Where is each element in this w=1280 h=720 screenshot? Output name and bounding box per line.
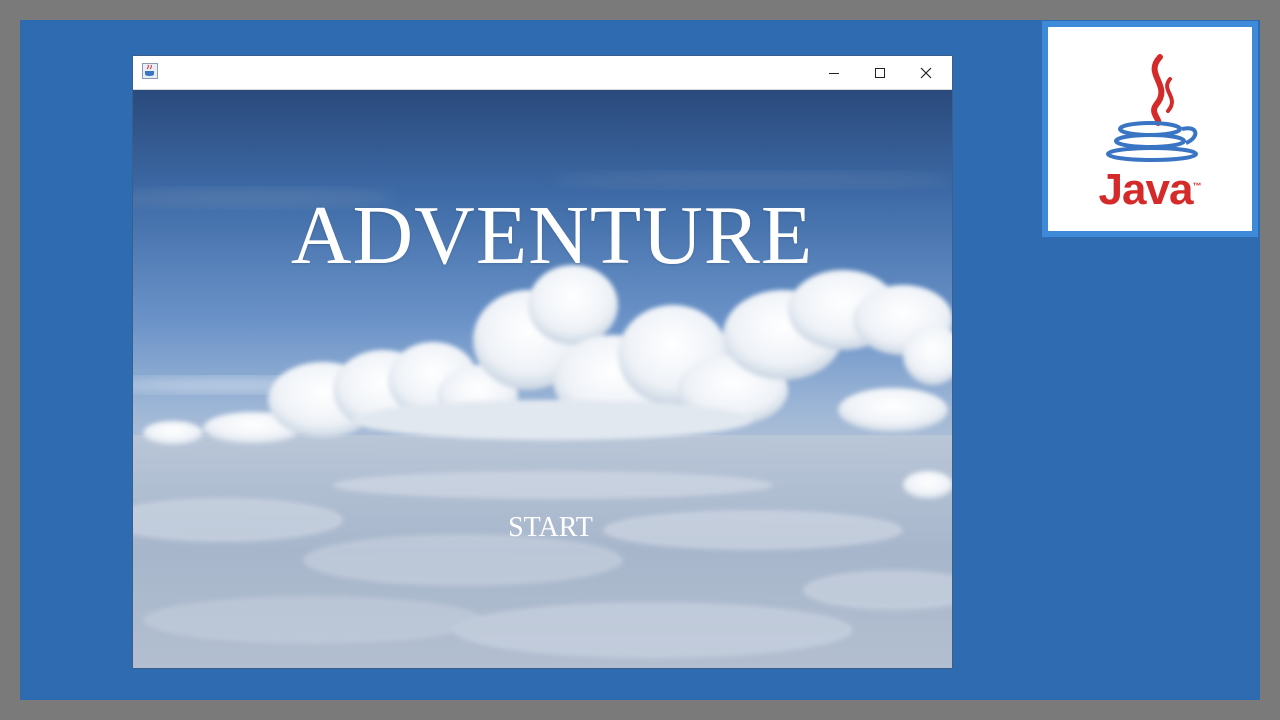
window-titlebar[interactable] bbox=[133, 56, 952, 90]
minimize-button[interactable] bbox=[811, 56, 857, 89]
maximize-icon bbox=[875, 67, 885, 78]
start-button[interactable]: START bbox=[483, 508, 618, 548]
sky-clouds-background bbox=[133, 172, 952, 668]
minimize-icon bbox=[829, 72, 839, 74]
java-cup-icon bbox=[142, 63, 158, 79]
game-title: ADVENTURE bbox=[290, 189, 814, 282]
java-wordmark: Java™ bbox=[1098, 165, 1202, 214]
java-cup-icon bbox=[1106, 54, 1198, 162]
close-button[interactable] bbox=[903, 56, 949, 89]
maximize-button[interactable] bbox=[857, 56, 903, 89]
game-window: ADVENTURE START bbox=[132, 55, 953, 669]
game-canvas[interactable]: ADVENTURE START bbox=[133, 90, 952, 668]
java-logo: Java™ bbox=[1042, 21, 1258, 237]
close-icon bbox=[920, 67, 932, 78]
